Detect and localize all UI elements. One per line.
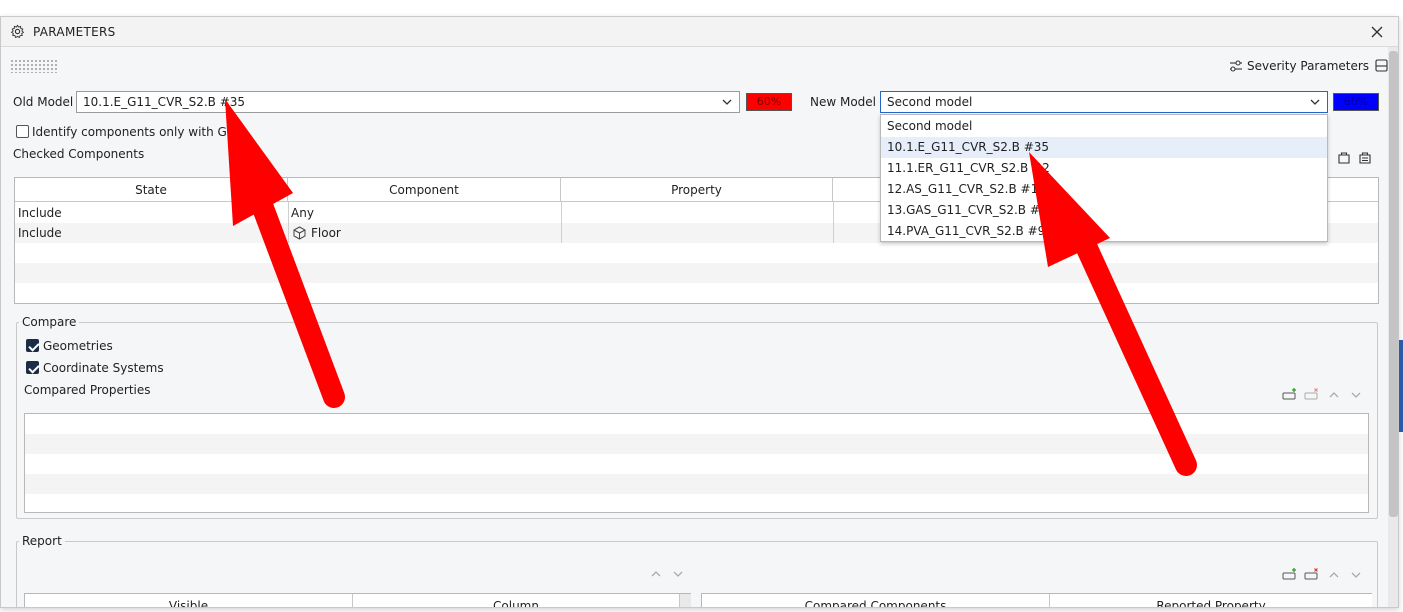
drag-grip[interactable] — [10, 59, 58, 73]
add-row-icon[interactable] — [1282, 387, 1298, 404]
checked-components-title: Checked Components — [13, 147, 145, 161]
table-row — [25, 474, 1368, 494]
severity-parameters-button[interactable]: Severity Parameters — [1247, 59, 1369, 73]
state-cell: Include — [18, 206, 62, 220]
scrollbar-thumb[interactable] — [1389, 51, 1398, 517]
floor-icon — [293, 226, 306, 243]
chevron-down-icon[interactable] — [1350, 569, 1362, 583]
save-icon[interactable] — [1337, 151, 1351, 168]
new-model-label: New Model — [810, 95, 877, 109]
chevron-up-icon[interactable] — [1328, 389, 1340, 403]
chevron-down-icon — [721, 96, 733, 111]
identify-gui-label: Identify components only with GU — [32, 125, 236, 139]
background-app-edge — [1399, 340, 1403, 432]
chevron-down-icon[interactable] — [1350, 389, 1362, 403]
remove-row-icon[interactable] — [1304, 567, 1320, 584]
new-model-select[interactable]: Second model — [880, 91, 1328, 113]
geometries-checkbox[interactable] — [26, 339, 39, 352]
panel-layout-icon[interactable] — [1375, 59, 1388, 75]
column-header-property[interactable]: Property — [561, 178, 833, 202]
report-group-title: Report — [19, 534, 65, 548]
coordinate-systems-checkbox[interactable] — [26, 361, 39, 374]
remove-row-icon[interactable] — [1304, 387, 1320, 404]
save-as-icon[interactable] — [1358, 151, 1372, 168]
identify-gui-checkbox[interactable] — [16, 125, 29, 138]
state-cell: Include — [18, 226, 62, 240]
compare-group-title: Compare — [19, 315, 80, 329]
window-scrollbar[interactable] — [1388, 47, 1398, 607]
title-bar: PARAMETERS — [1, 17, 1398, 47]
sliders-icon[interactable] — [1229, 60, 1243, 75]
new-model-color-swatch[interactable]: 60% — [1333, 93, 1379, 111]
column-divider — [833, 202, 834, 243]
compared-properties-label: Compared Properties — [24, 383, 151, 397]
column-divider — [561, 202, 562, 243]
window-title: PARAMETERS — [33, 25, 116, 39]
dropdown-option[interactable]: 12.AS_G11_CVR_S2.B #13 — [881, 179, 1327, 200]
old-model-percent: 60% — [756, 95, 782, 108]
column-header-component[interactable]: Component — [288, 178, 561, 202]
table-row — [25, 434, 1368, 454]
column-header-column[interactable]: Column — [353, 594, 680, 607]
dropdown-option[interactable]: 14.PVA_G11_CVR_S2.B #9 — [881, 221, 1327, 242]
dropdown-option[interactable]: 11.1.ER_G11_CVR_S2.B #2 — [881, 158, 1327, 179]
component-cell: Any — [291, 206, 314, 220]
add-row-icon[interactable] — [1282, 567, 1298, 584]
close-icon[interactable] — [1370, 25, 1384, 42]
chevron-up-icon[interactable] — [1328, 569, 1340, 583]
gear-icon — [10, 24, 25, 42]
new-model-percent: 60% — [1343, 95, 1369, 108]
dropdown-option[interactable]: 13.GAS_G11_CVR_S2.B #14 — [881, 200, 1327, 221]
old-model-value: 10.1.E_G11_CVR_S2.B #35 — [83, 95, 246, 109]
dropdown-option[interactable]: 10.1.E_G11_CVR_S2.B #35 — [881, 137, 1327, 158]
table-row — [15, 263, 1378, 283]
chevron-down-icon — [1309, 96, 1321, 111]
column-header-visible[interactable]: Visible — [25, 594, 353, 607]
column-divider — [288, 202, 289, 243]
component-cell: Floor — [311, 226, 341, 240]
compared-properties-table — [24, 413, 1369, 513]
chevron-up-icon[interactable] — [650, 568, 662, 582]
old-model-color-swatch[interactable]: 60% — [746, 93, 792, 111]
column-header-reported-property[interactable]: Reported Property — [1050, 594, 1372, 607]
old-model-select[interactable]: 10.1.E_G11_CVR_S2.B #35 — [76, 91, 740, 113]
table-row — [15, 243, 1378, 263]
column-header-compared-components[interactable]: Compared Components — [702, 594, 1050, 607]
table-row — [15, 283, 1378, 303]
new-model-dropdown-list: Second model 10.1.E_G11_CVR_S2.B #35 11.… — [880, 114, 1328, 242]
parameters-window: PARAMETERS Severity Parameters Old Model… — [0, 16, 1399, 608]
report-components-table: Compared Components Reported Property — [701, 593, 1372, 607]
coordinate-systems-label: Coordinate Systems — [43, 361, 164, 375]
new-model-value: Second model — [887, 95, 973, 109]
scrollbar[interactable] — [680, 594, 691, 607]
chevron-down-icon[interactable] — [672, 568, 684, 582]
column-header-state[interactable]: State — [15, 178, 288, 202]
report-columns-table: Visible Column — [24, 593, 691, 607]
geometries-label: Geometries — [43, 339, 113, 353]
dropdown-option[interactable]: Second model — [881, 116, 1327, 137]
old-model-label: Old Model — [13, 95, 74, 109]
